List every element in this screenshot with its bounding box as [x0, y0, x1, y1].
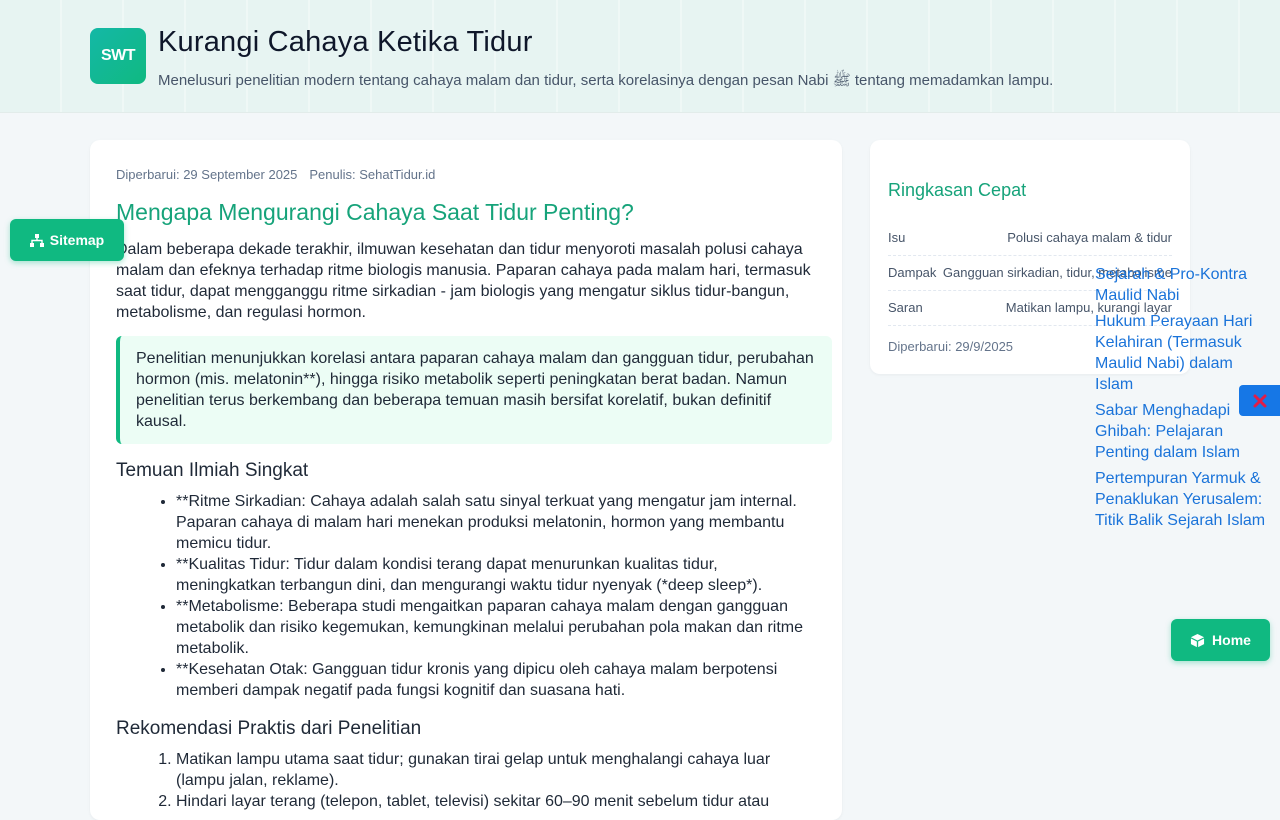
sitemap-button[interactable]: Sitemap: [10, 219, 124, 261]
sitemap-label: Sitemap: [49, 232, 105, 248]
list-item: Matikan lampu utama saat tidur; gunakan …: [176, 749, 816, 791]
sitemap-icon: [29, 233, 44, 247]
site-title: Kurangi Cahaya Ketika Tidur: [158, 26, 533, 58]
recommend-list: Matikan lampu utama saat tidur; gunakan …: [116, 749, 816, 812]
list-item: **Kualitas Tidur: Tidur dalam kondisi te…: [176, 554, 816, 596]
article-author: Penulis: SehatTidur.id: [309, 167, 436, 182]
list-item: **Metabolisme: Beberapa studi mengaitkan…: [176, 596, 816, 659]
summary-key: Isu: [888, 230, 906, 245]
list-item: **Ritme Sirkadian: Cahaya adalah salah s…: [176, 491, 816, 554]
site-logo[interactable]: SWT: [90, 28, 146, 84]
article-heading: Mengapa Mengurangi Cahaya Saat Tidur Pen…: [116, 199, 634, 225]
related-link[interactable]: Sejarah & Pro-Kontra Maulid Nabi: [1095, 264, 1275, 306]
list-item: **Kesehatan Otak: Gangguan tidur kronis …: [176, 659, 816, 701]
recommend-heading: Rekomendasi Praktis dari Penelitian: [116, 718, 422, 739]
list-item: Hindari layar terang (telepon, tablet, t…: [176, 791, 816, 812]
summary-row: Isu Polusi cahaya malam & tidur: [888, 220, 1172, 256]
article-intro: Dalam beberapa dekade terakhir, ilmuwan …: [116, 241, 811, 321]
summary-key: Saran: [888, 300, 923, 315]
related-link[interactable]: Pertempuran Yarmuk & Penaklukan Yerusale…: [1095, 468, 1275, 531]
callout-box: Penelitian menunjukkan korelasi antara p…: [116, 336, 832, 444]
related-link[interactable]: Hukum Perayaan Hari Kelahiran (Termasuk …: [1095, 311, 1275, 395]
findings-heading: Temuan Ilmiah Singkat: [116, 460, 309, 481]
summary-key: Dampak: [888, 265, 937, 280]
home-label: Home: [1212, 632, 1251, 648]
box-icon: [1190, 633, 1205, 647]
close-button[interactable]: [1239, 385, 1280, 416]
article-updated: Diperbarui: 29 September 2025: [116, 167, 298, 182]
article-meta: Diperbarui: 29 September 2025 Penulis: Se…: [116, 167, 435, 182]
summary-value: Polusi cahaya malam & tidur: [1007, 230, 1172, 245]
summary-title: Ringkasan Cepat: [888, 180, 1027, 200]
home-button[interactable]: Home: [1171, 619, 1270, 661]
summary-updated: Diperbarui: 29/9/2025: [888, 339, 1014, 354]
close-icon: [1253, 394, 1266, 407]
article-card: Diperbarui: 29 September 2025 Penulis: Se…: [90, 140, 842, 820]
site-subtitle: Menelusuri penelitian modern tentang cah…: [158, 72, 1054, 89]
site-header: SWT Kurangi Cahaya Ketika Tidur Menelusu…: [0, 0, 1280, 113]
findings-list: **Ritme Sirkadian: Cahaya adalah salah s…: [116, 491, 816, 701]
